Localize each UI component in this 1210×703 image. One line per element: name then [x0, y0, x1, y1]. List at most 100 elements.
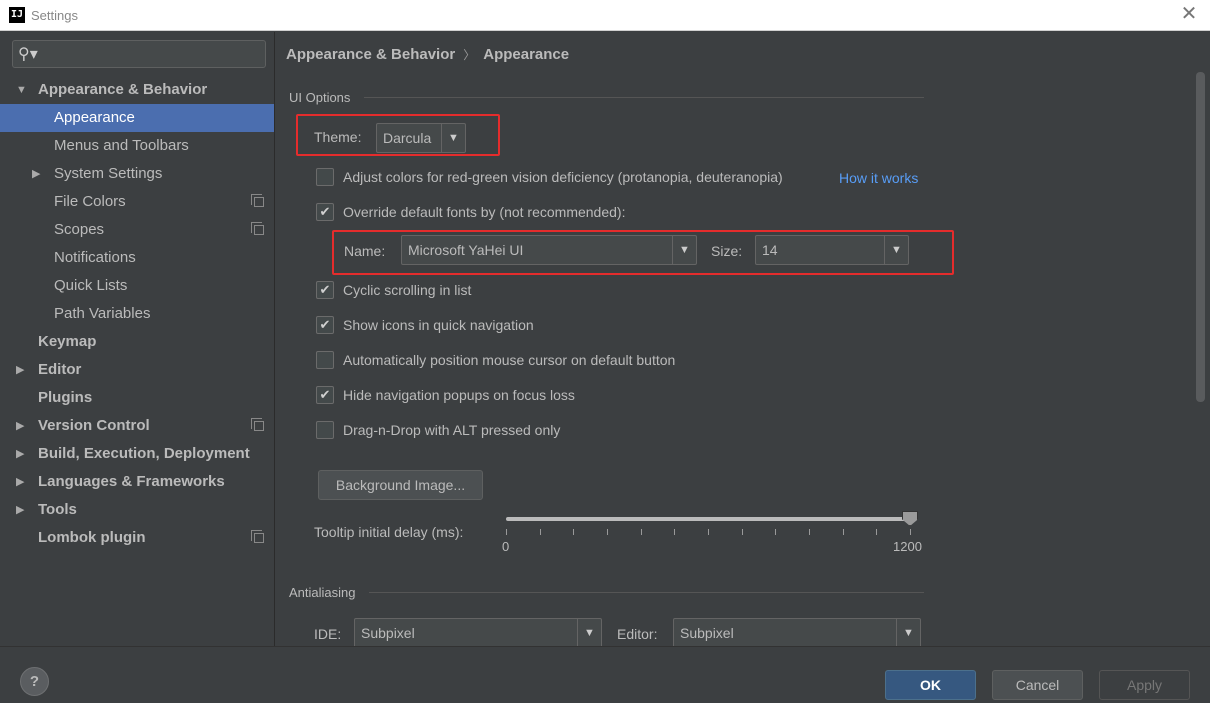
ide-aa-value: Subpixel — [361, 625, 415, 641]
chevron-down-icon: ▼ — [672, 236, 696, 264]
font-name-select[interactable]: Microsoft YaHei UI ▼ — [401, 235, 697, 265]
sidebar-item-appearance[interactable]: Appearance — [0, 104, 274, 132]
expanded-arrow-icon[interactable]: ▼ — [16, 76, 30, 104]
sidebar-item-menus-and-toolbars[interactable]: Menus and Toolbars — [0, 132, 274, 160]
ui-options-divider — [364, 97, 924, 98]
content-scrollbar[interactable] — [1196, 72, 1205, 402]
sidebar-item-lombok-plugin[interactable]: Lombok plugin — [0, 524, 274, 552]
project-copy-icon — [251, 222, 264, 235]
collapsed-arrow-icon[interactable]: ▶ — [16, 496, 30, 524]
slider-tick — [876, 529, 877, 535]
sidebar-item-notifications[interactable]: Notifications — [0, 244, 274, 272]
slider-tick — [843, 529, 844, 535]
chevron-down-icon: ▼ — [896, 619, 920, 646]
cancel-button[interactable]: Cancel — [992, 670, 1083, 700]
cyclic-scrolling-checkbox[interactable]: ✔ — [316, 281, 334, 299]
sidebar-item-editor[interactable]: ▶ Editor — [0, 356, 274, 384]
slider-tick — [540, 529, 541, 535]
sidebar-item-label: Quick Lists — [54, 277, 128, 294]
font-size-value: 14 — [762, 242, 778, 258]
collapsed-arrow-icon[interactable]: ▶ — [16, 412, 30, 440]
override-fonts-label: Override default fonts by (not recommend… — [343, 204, 626, 220]
theme-label: Theme: — [314, 129, 362, 145]
help-icon[interactable]: ? — [20, 667, 49, 696]
sidebar-item-label: Scopes — [54, 221, 105, 238]
override-fonts-checkbox[interactable]: ✔ — [316, 203, 334, 221]
project-copy-icon — [251, 418, 264, 431]
show-icons-label: Show icons in quick navigation — [343, 317, 534, 333]
ide-aa-select[interactable]: Subpixel ▼ — [354, 618, 602, 646]
project-copy-icon — [251, 530, 264, 543]
adjust-colors-checkbox[interactable] — [316, 168, 334, 186]
dialog-footer: ? OK Cancel Apply — [0, 646, 1210, 703]
apply-button[interactable]: Apply — [1099, 670, 1190, 700]
slider-tick — [708, 529, 709, 535]
sidebar-item-label: Appearance & Behavior — [38, 81, 208, 98]
breadcrumb-current: Appearance — [483, 46, 570, 63]
close-icon[interactable]: ✕ — [1178, 3, 1200, 25]
breadcrumb-parent[interactable]: Appearance & Behavior — [286, 46, 455, 63]
sidebar-item-appearance-behavior[interactable]: ▼ Appearance & Behavior — [0, 76, 274, 104]
sidebar-item-languages-frameworks[interactable]: ▶ Languages & Frameworks — [0, 468, 274, 496]
sidebar-item-quick-lists[interactable]: Quick Lists — [0, 272, 274, 300]
breadcrumb-separator-icon: 〉 — [463, 48, 476, 62]
sidebar-item-system-settings[interactable]: ▶ System Settings — [0, 160, 274, 188]
tooltip-delay-label: Tooltip initial delay (ms): — [314, 524, 464, 540]
slider-tick — [641, 529, 642, 535]
ok-button[interactable]: OK — [885, 670, 976, 700]
sidebar-item-label: Languages & Frameworks — [38, 473, 225, 490]
font-size-select[interactable]: 14 ▼ — [755, 235, 909, 265]
collapsed-arrow-icon[interactable]: ▶ — [16, 468, 30, 496]
sidebar-item-keymap[interactable]: Keymap — [0, 328, 274, 356]
ide-aa-label: IDE: — [314, 626, 342, 642]
slider-tick — [573, 529, 574, 535]
search-input[interactable] — [43, 44, 258, 64]
drag-drop-checkbox[interactable] — [316, 421, 334, 439]
tooltip-max-label: 1200 — [893, 539, 922, 554]
slider-tick — [674, 529, 675, 535]
sidebar-item-scopes[interactable]: Scopes — [0, 216, 274, 244]
how-it-works-link[interactable]: How it works — [839, 170, 918, 186]
sidebar-item-tools[interactable]: ▶ Tools — [0, 496, 274, 524]
search-icon: ⚲▾ — [18, 46, 38, 63]
intellij-logo-icon: IJ — [9, 7, 25, 23]
collapsed-arrow-icon[interactable]: ▶ — [16, 440, 30, 468]
collapsed-arrow-icon[interactable]: ▶ — [32, 160, 46, 188]
sidebar-item-path-variables[interactable]: Path Variables — [0, 300, 274, 328]
adjust-colors-label: Adjust colors for red-green vision defic… — [343, 169, 783, 185]
antialiasing-divider — [369, 592, 924, 593]
sidebar-item-label: Build, Execution, Deployment — [38, 445, 250, 462]
collapsed-arrow-icon[interactable]: ▶ — [16, 356, 30, 384]
sidebar-item-plugins[interactable]: Plugins — [0, 384, 274, 412]
sidebar-item-version-control[interactable]: ▶ Version Control — [0, 412, 274, 440]
tooltip-delay-slider-track[interactable] — [506, 517, 910, 521]
sidebar-item-label: Version Control — [38, 417, 150, 434]
slider-tick — [809, 529, 810, 535]
chevron-down-icon: ▼ — [441, 124, 465, 152]
tooltip-min-label: 0 — [502, 539, 510, 554]
editor-aa-select[interactable]: Subpixel ▼ — [673, 618, 921, 646]
cyclic-scrolling-label: Cyclic scrolling in list — [343, 282, 472, 298]
sidebar-item-label: Plugins — [38, 389, 93, 406]
settings-sidebar: ⚲▾ ▼ Appearance & Behavior Appearance Menus… — [0, 32, 275, 646]
sidebar-item-build-execution-deployment[interactable]: ▶ Build, Execution, Deployment — [0, 440, 274, 468]
font-name-value: Microsoft YaHei UI — [408, 242, 524, 258]
show-icons-checkbox[interactable]: ✔ — [316, 316, 334, 334]
slider-tick — [775, 529, 776, 535]
tooltip-delay-slider-thumb[interactable] — [902, 511, 918, 526]
slider-tick — [607, 529, 608, 535]
sidebar-item-label: Appearance — [54, 109, 135, 126]
font-size-label: Size: — [711, 243, 743, 259]
slider-tick — [506, 529, 507, 535]
theme-select[interactable]: Darcula ▼ — [376, 123, 466, 153]
font-name-label: Name: — [344, 243, 386, 259]
hide-popups-checkbox[interactable]: ✔ — [316, 386, 334, 404]
sidebar-item-file-colors[interactable]: File Colors — [0, 188, 274, 216]
settings-search[interactable]: ⚲▾ — [12, 40, 266, 68]
background-image-button[interactable]: Background Image... — [318, 470, 483, 500]
sidebar-item-label: Notifications — [54, 249, 136, 266]
auto-mouse-checkbox[interactable] — [316, 351, 334, 369]
sidebar-item-label: Path Variables — [54, 305, 151, 322]
sidebar-item-label: Editor — [38, 361, 82, 378]
antialiasing-title: Antialiasing — [289, 585, 356, 600]
